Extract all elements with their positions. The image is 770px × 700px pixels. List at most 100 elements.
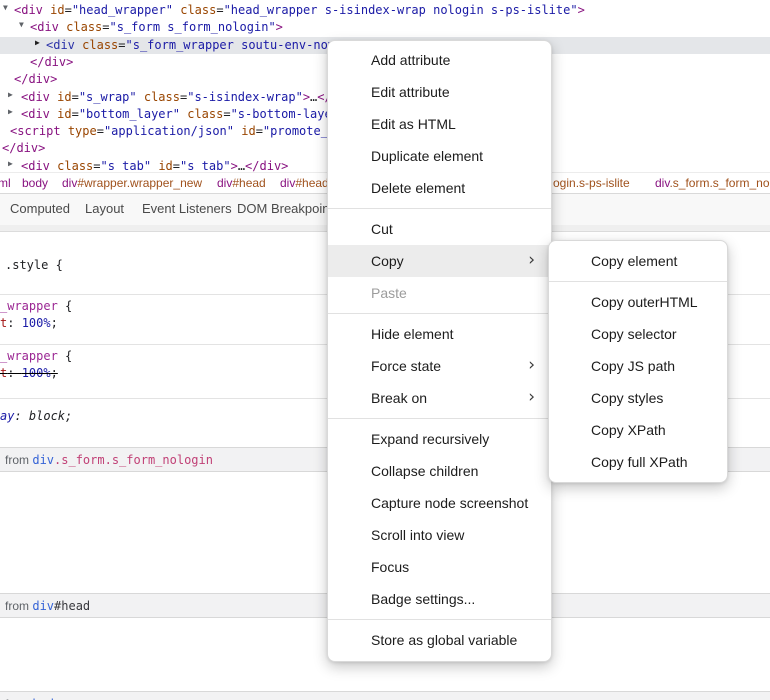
rule-element-style-seg-plain: .style { xyxy=(5,258,63,272)
rule-wrapper2-height-overridden[interactable]: t: 100%; xyxy=(0,366,58,383)
dom-0-seg-t: <div xyxy=(14,3,43,17)
dom-9-seg-p: = xyxy=(173,159,180,173)
crumb-text: .s_form.s_form_nologin xyxy=(669,176,770,190)
menu-item-badge-settings[interactable]: Badge settings... xyxy=(328,583,551,615)
crumb-head_wrapper-tail[interactable]: ogin.s-ps-islite xyxy=(553,173,630,195)
rule-wrapper-height-seg-num: 100% xyxy=(22,316,51,330)
menu-item-label: Copy styles xyxy=(591,390,663,406)
dom-node-markup: </div> xyxy=(2,141,45,155)
menu-item-copy-styles[interactable]: Copy styles xyxy=(549,382,727,414)
dom-node-markup: <script type="application/json" id="prom… xyxy=(10,124,357,138)
menu-item-label: Expand recursively xyxy=(371,431,489,447)
dom-6-seg-p: = xyxy=(223,107,230,121)
crumb-text: div xyxy=(280,176,295,190)
dom-5-seg-a: id xyxy=(57,90,71,104)
menu-item-add-attribute[interactable]: Add attribute xyxy=(328,44,551,76)
menu-item-store-as-global-variable[interactable]: Store as global variable xyxy=(328,624,551,656)
expand-arrow-icon[interactable]: ▶ xyxy=(8,90,13,99)
crumb-text: div xyxy=(655,176,669,190)
dom-7-seg-p: = xyxy=(97,124,104,138)
dom-1-seg-t: > xyxy=(276,20,283,34)
dom-9-seg-v: "s_tab" xyxy=(101,159,152,173)
dom-1-seg-t: <div xyxy=(30,20,59,34)
menu-item-label: Hide element xyxy=(371,326,454,342)
menu-item-copy-js-path[interactable]: Copy JS path xyxy=(549,350,727,382)
menu-separator xyxy=(549,281,727,282)
rule-display-block-seg-plain: block; xyxy=(29,409,72,423)
dom-5-seg-v: "s_wrap" xyxy=(79,90,137,104)
menu-separator xyxy=(328,418,551,419)
dom-node-markup: </div> xyxy=(14,72,57,86)
menu-item-copy-element[interactable]: Copy element xyxy=(549,245,727,277)
rule-wrapper2-selector-seg-sel: _wrapper xyxy=(0,349,58,363)
dom-tree-row-div-s_form[interactable]: ▼<div class="s_form s_form_nologin"> xyxy=(0,19,770,36)
copy-submenu: Copy element Copy outerHTMLCopy selector C… xyxy=(548,240,728,483)
dom-1-seg-p: = xyxy=(102,20,109,34)
menu-item-expand-recursively[interactable]: Expand recursively xyxy=(328,423,551,455)
rule-element-style[interactable]: .style { xyxy=(5,258,63,275)
dom-5-seg-p xyxy=(137,90,144,104)
node-link[interactable]: div xyxy=(32,599,54,613)
menu-item-copy[interactable]: Copy› xyxy=(328,245,551,277)
menu-item-cut[interactable]: Cut xyxy=(328,213,551,245)
menu-item-label: Scroll into view xyxy=(371,527,464,543)
tab-event-listeners[interactable]: Event Listeners xyxy=(142,194,232,225)
rule-wrapper-height-seg-plain: : xyxy=(7,316,21,330)
dom-1-seg-v: "s_form s_form_nologin" xyxy=(110,20,276,34)
inherited-from-label: from xyxy=(5,599,32,613)
menu-item-focus[interactable]: Focus xyxy=(328,551,551,583)
menu-item-duplicate-element[interactable]: Duplicate element xyxy=(328,140,551,172)
menu-item-capture-node-screenshot[interactable]: Capture node screenshot xyxy=(328,487,551,519)
inherited-from-body: from body xyxy=(0,691,770,700)
menu-item-break-on[interactable]: Break on› xyxy=(328,382,551,414)
tab-layout[interactable]: Layout xyxy=(85,194,124,225)
dom-9-seg-a: class xyxy=(57,159,93,173)
tab-computed[interactable]: Computed xyxy=(10,194,70,225)
menu-item-scroll-into-view[interactable]: Scroll into view xyxy=(328,519,551,551)
menu-item-copy-outerhtml[interactable]: Copy outerHTML xyxy=(549,286,727,318)
menu-item-copy-xpath[interactable]: Copy XPath xyxy=(549,414,727,446)
expand-arrow-icon[interactable]: ▶ xyxy=(8,107,13,116)
rule-display-block[interactable]: ay: block; xyxy=(0,409,72,426)
menu-item-label: Badge settings... xyxy=(371,591,475,607)
collapse-arrow-icon[interactable]: ▼ xyxy=(19,20,24,29)
dom-node-markup: </div> xyxy=(30,55,73,69)
node-link[interactable]: #head xyxy=(54,599,90,613)
dom-7-seg-p: = xyxy=(256,124,263,138)
rule-display-block-seg-num: ay xyxy=(0,409,14,423)
menu-item-paste[interactable]: Paste xyxy=(328,277,551,309)
menu-item-hide-element[interactable]: Hide element xyxy=(328,318,551,350)
dom-7-seg-a: type xyxy=(68,124,97,138)
menu-item-force-state[interactable]: Force state› xyxy=(328,350,551,382)
menu-item-label: Paste xyxy=(371,285,407,301)
expand-arrow-icon[interactable]: ▶ xyxy=(35,38,40,47)
dom-5-seg-v: "s-isindex-wrap" xyxy=(187,90,303,104)
crumb-s_form[interactable]: div.s_form.s_form_nologin xyxy=(655,173,770,195)
node-link[interactable]: .s_form.s_form_nologin xyxy=(54,453,213,467)
dom-4-seg-t: </div> xyxy=(14,72,57,86)
expand-arrow-icon[interactable]: ▶ xyxy=(8,159,13,168)
dom-tree-row-div-head_wrapper[interactable]: ▼ <div id="head_wrapper" class="head_wrap… xyxy=(0,2,770,19)
rule-wrapper2-selector[interactable]: _wrapper { xyxy=(0,349,72,366)
menu-item-copy-selector[interactable]: Copy selector xyxy=(549,318,727,350)
dom-node-markup: <div class="s_form_wrapper soutu-env-nom… xyxy=(46,38,349,52)
menu-item-copy-full-xpath[interactable]: Copy full XPath xyxy=(549,446,727,478)
collapse-arrow-icon[interactable]: ▼ xyxy=(3,3,8,12)
menu-item-edit-attribute[interactable]: Edit attribute xyxy=(328,76,551,108)
tab-dom-breakpoints[interactable]: DOM Breakpoints xyxy=(237,194,340,225)
node-link[interactable]: div xyxy=(32,453,54,467)
rule-wrapper-height[interactable]: t: 100%; xyxy=(0,316,58,333)
dom-0-seg-p: = xyxy=(65,3,72,17)
rule-wrapper-selector[interactable]: _wrapper { xyxy=(0,299,72,316)
menu-separator xyxy=(328,313,551,314)
rule-wrapper2-selector-seg-plain: { xyxy=(58,349,72,363)
dom-0-seg-t: > xyxy=(578,3,585,17)
menu-item-label: Copy element xyxy=(591,253,677,269)
dom-node-markup: <div id="head_wrapper" class="head_wrapp… xyxy=(14,3,585,17)
menu-separator xyxy=(328,208,551,209)
menu-item-label: Copy JS path xyxy=(591,358,675,374)
menu-item-delete-element[interactable]: Delete element xyxy=(328,172,551,204)
submenu-arrow-icon: › xyxy=(528,349,535,381)
menu-item-collapse-children[interactable]: Collapse children xyxy=(328,455,551,487)
menu-item-edit-as-html[interactable]: Edit as HTML xyxy=(328,108,551,140)
